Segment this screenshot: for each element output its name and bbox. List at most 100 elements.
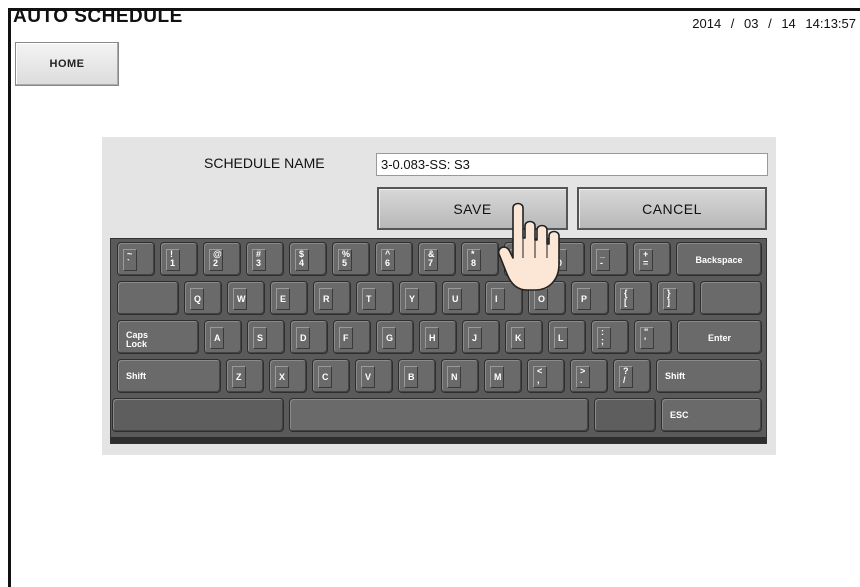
key-m[interactable]: M [484, 359, 522, 393]
key-3[interactable]: # 3 [246, 242, 284, 276]
key-l[interactable]: L [548, 320, 586, 354]
key-label: L [554, 327, 568, 349]
key-label: M [490, 366, 504, 388]
key-e[interactable]: E [270, 281, 308, 315]
key-label: Backspace [695, 255, 743, 265]
key-label: Z [232, 366, 246, 388]
key-backspace[interactable]: Backspace [676, 242, 762, 276]
key-label: F [339, 327, 353, 349]
home-button[interactable]: HOME [15, 42, 119, 86]
key-label: " ' [640, 327, 654, 349]
key-7[interactable]: & 7 [418, 242, 456, 276]
key-caps-lock[interactable]: Caps Lock [117, 320, 199, 354]
key-x[interactable]: X [269, 359, 307, 393]
key-label: Shift [665, 371, 685, 381]
key-label: P [577, 288, 591, 310]
key-minus[interactable]: _ - [590, 242, 628, 276]
key-label: G [382, 327, 396, 349]
schedule-name-label: SCHEDULE NAME [204, 155, 325, 171]
key-label: U [448, 288, 462, 310]
key-shift-left[interactable]: Shift [117, 359, 221, 393]
key-label: % 5 [338, 249, 352, 271]
key-q[interactable]: Q [184, 281, 222, 315]
key-h[interactable]: H [419, 320, 457, 354]
key-label: { [ [620, 288, 634, 310]
datetime-display: 2014 / 03 / 14 14:13:57 [692, 16, 856, 31]
key-s[interactable]: S [247, 320, 285, 354]
key-backslash[interactable] [700, 281, 762, 315]
key-label: _ - [596, 249, 610, 271]
key-5[interactable]: % 5 [332, 242, 370, 276]
key-label: T [362, 288, 376, 310]
key-f[interactable]: F [333, 320, 371, 354]
key-label: ~ ` [123, 249, 137, 271]
key-b[interactable]: B [398, 359, 436, 393]
key-label: N [447, 366, 461, 388]
key-w[interactable]: W [227, 281, 265, 315]
key-label: S [253, 327, 267, 349]
key-label: ^ 6 [381, 249, 395, 271]
key-c[interactable]: C [312, 359, 350, 393]
key-2[interactable]: @ 2 [203, 242, 241, 276]
key-label: E [276, 288, 290, 310]
key-enter[interactable]: Enter [677, 320, 762, 354]
key-label: B [404, 366, 418, 388]
key-label: Y [405, 288, 419, 310]
key-k[interactable]: K [505, 320, 543, 354]
key-a[interactable]: A [204, 320, 242, 354]
key-label: Q [190, 288, 204, 310]
key-ctrl[interactable] [112, 398, 284, 432]
key-r[interactable]: R [313, 281, 351, 315]
key-equals[interactable]: + = [633, 242, 671, 276]
key-space[interactable] [289, 398, 589, 432]
key-g[interactable]: G [376, 320, 414, 354]
key-v[interactable]: V [355, 359, 393, 393]
keyboard-bottom-edge [111, 437, 766, 443]
key-comma[interactable]: < , [527, 359, 565, 393]
key-alt[interactable] [594, 398, 656, 432]
key-4[interactable]: $ 4 [289, 242, 327, 276]
key-left-brace[interactable]: { [ [614, 281, 652, 315]
key-y[interactable]: Y [399, 281, 437, 315]
key-label: } ] [663, 288, 677, 310]
touch-hand-icon [497, 202, 560, 291]
key-label: Caps Lock [126, 330, 149, 349]
key-n[interactable]: N [441, 359, 479, 393]
key-esc[interactable]: ESC [661, 398, 762, 432]
key-label: K [511, 327, 525, 349]
key-p[interactable]: P [571, 281, 609, 315]
key-label: J [468, 327, 482, 349]
key-semicolon[interactable]: : ; [591, 320, 629, 354]
key-backtick[interactable]: ~ ` [117, 242, 155, 276]
key-label: $ 4 [295, 249, 309, 271]
cancel-button[interactable]: CANCEL [577, 187, 767, 230]
key-slash[interactable]: ? / [613, 359, 651, 393]
key-6[interactable]: ^ 6 [375, 242, 413, 276]
key-j[interactable]: J [462, 320, 500, 354]
key-t[interactable]: T [356, 281, 394, 315]
key-z[interactable]: Z [226, 359, 264, 393]
key-quote[interactable]: " ' [634, 320, 672, 354]
key-label: C [318, 366, 332, 388]
key-u[interactable]: U [442, 281, 480, 315]
key-label: A [210, 327, 224, 349]
key-8[interactable]: * 8 [461, 242, 499, 276]
on-screen-keyboard: ~ ` ! 1 @ 2 # 3 $ 4 % 5 ^ 6 & 7 * 8 ( 9 … [110, 238, 767, 444]
key-shift-right[interactable]: Shift [656, 359, 762, 393]
key-1[interactable]: ! 1 [160, 242, 198, 276]
key-label: # 3 [252, 249, 266, 271]
key-d[interactable]: D [290, 320, 328, 354]
key-label: W [233, 288, 247, 310]
key-label: Shift [126, 371, 146, 381]
key-period[interactable]: > . [570, 359, 608, 393]
key-label: R [319, 288, 333, 310]
page-title: AUTO SCHEDULE [13, 6, 183, 27]
key-label: & 7 [424, 249, 438, 271]
key-right-brace[interactable]: } ] [657, 281, 695, 315]
key-label: ? / [619, 366, 633, 388]
schedule-name-input[interactable]: 3-0.083-SS: S3 [376, 153, 768, 176]
key-tab[interactable] [117, 281, 179, 315]
key-label: Enter [707, 333, 731, 343]
key-label: ESC [670, 410, 689, 420]
key-label: ! 1 [166, 249, 180, 271]
